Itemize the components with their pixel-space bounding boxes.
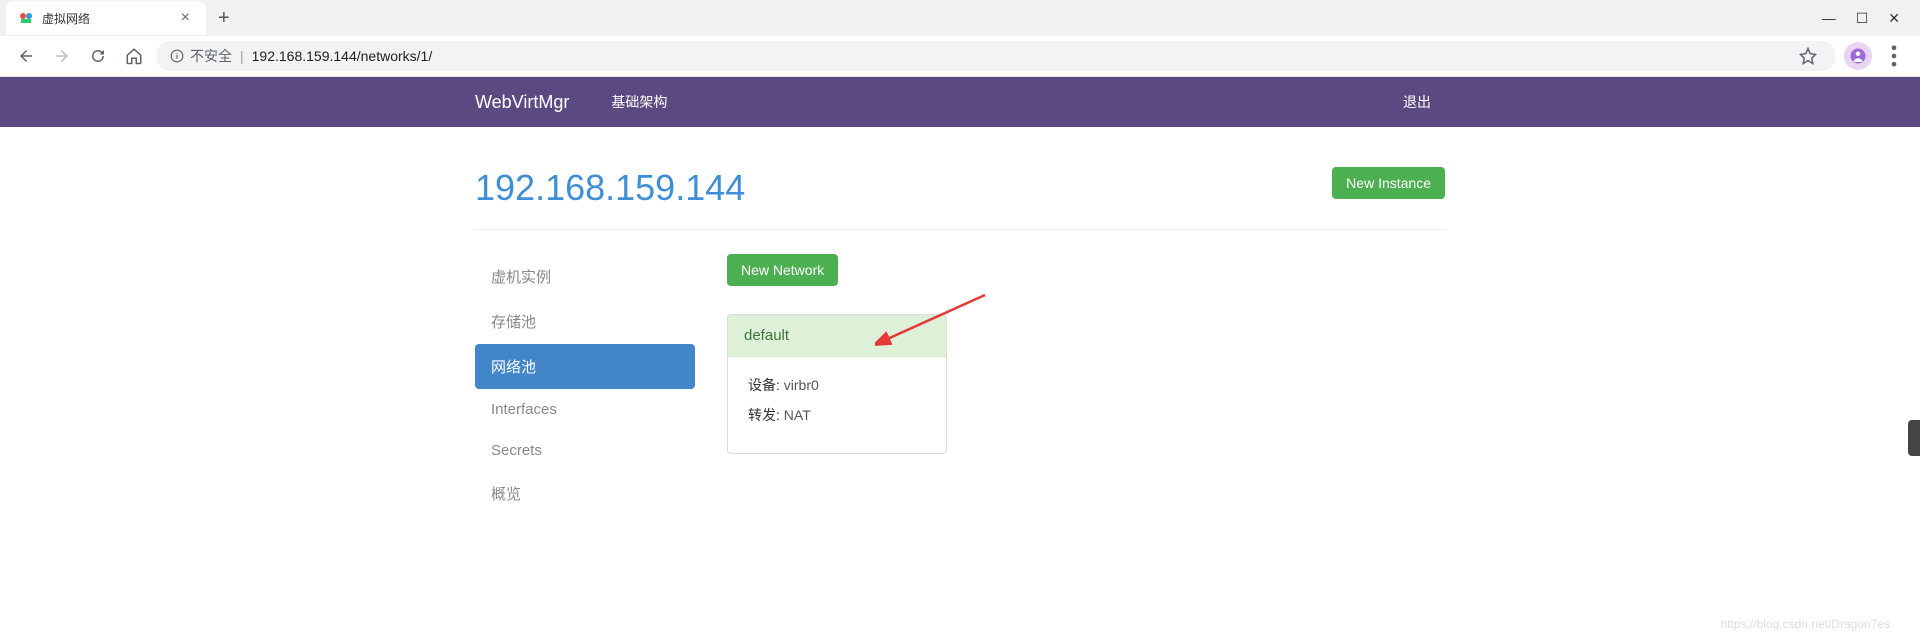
sidebar: 虚机实例 存储池 网络池 Interfaces Secrets 概览 [475, 254, 695, 516]
maximize-icon[interactable]: ☐ [1856, 10, 1869, 27]
reload-button[interactable] [84, 42, 112, 70]
insecure-badge: 不安全 [170, 46, 232, 66]
close-icon[interactable]: × [177, 9, 194, 27]
network-panel-heading: default [728, 315, 946, 357]
back-button[interactable] [12, 42, 40, 70]
info-icon [170, 49, 184, 63]
reload-icon [89, 47, 107, 65]
window-controls: — ☐ ✕ [1802, 10, 1920, 27]
new-network-button[interactable]: New Network [727, 254, 838, 286]
arrow-left-icon [17, 47, 35, 65]
sidebar-item-secrets[interactable]: Secrets [475, 430, 695, 471]
sidebar-item-overview[interactable]: 概览 [475, 471, 695, 516]
url-text: 192.168.159.144/networks/1/ [252, 48, 433, 64]
home-button[interactable] [120, 42, 148, 70]
forward-label: 转发: [748, 407, 780, 423]
app-navbar: WebVirtMgr 基础架构 退出 [0, 77, 1920, 127]
tab-bar: 虚拟网络 × + — ☐ ✕ [0, 0, 1920, 36]
profile-icon [1849, 47, 1867, 65]
sidebar-item-network[interactable]: 网络池 [475, 344, 695, 389]
address-bar: 不安全 | 192.168.159.144/networks/1/ [0, 36, 1920, 76]
bookmark-button[interactable] [1794, 42, 1822, 70]
browser-chrome: 虚拟网络 × + — ☐ ✕ 不安全 | 192.168.159.14 [0, 0, 1920, 77]
brand-label[interactable]: WebVirtMgr [475, 92, 569, 113]
content-area: New Network default 设备: virbr0 转发: NAT [727, 254, 1445, 516]
browser-tab[interactable]: 虚拟网络 × [6, 1, 206, 35]
forward-button[interactable] [48, 42, 76, 70]
close-window-icon[interactable]: ✕ [1888, 10, 1900, 27]
profile-button[interactable] [1844, 42, 1872, 70]
star-icon [1799, 47, 1817, 65]
forward-value: NAT [784, 407, 811, 423]
nav-infrastructure[interactable]: 基础架构 [597, 92, 681, 112]
page-container: 192.168.159.144 New Instance 虚机实例 存储池 网络… [475, 127, 1445, 516]
kebab-icon [1880, 42, 1908, 70]
tab-favicon-icon [18, 10, 34, 26]
sidebar-item-interfaces[interactable]: Interfaces [475, 389, 695, 430]
network-panel[interactable]: default 设备: virbr0 转发: NAT [727, 314, 947, 454]
insecure-label: 不安全 [190, 46, 232, 66]
nav-logout[interactable]: 退出 [1389, 92, 1445, 112]
sidebar-item-instances[interactable]: 虚机实例 [475, 254, 695, 299]
network-panel-body: 设备: virbr0 转发: NAT [728, 357, 946, 453]
home-icon [125, 47, 143, 65]
new-tab-button[interactable]: + [206, 7, 242, 30]
minimize-icon[interactable]: — [1822, 10, 1836, 27]
menu-button[interactable] [1880, 42, 1908, 70]
watermark: https://blog.csdn.net/Dragon7es [1721, 617, 1890, 631]
tab-title: 虚拟网络 [42, 10, 177, 27]
url-bar[interactable]: 不安全 | 192.168.159.144/networks/1/ [156, 41, 1836, 71]
page-title: 192.168.159.144 [475, 167, 745, 209]
page-header: 192.168.159.144 New Instance [475, 167, 1445, 230]
sidebar-item-storage[interactable]: 存储池 [475, 299, 695, 344]
side-handle[interactable] [1908, 420, 1920, 456]
arrow-right-icon [53, 47, 71, 65]
device-label: 设备: [748, 377, 780, 393]
new-instance-button[interactable]: New Instance [1332, 167, 1445, 199]
device-value: virbr0 [784, 377, 819, 393]
url-separator: | [240, 48, 244, 64]
